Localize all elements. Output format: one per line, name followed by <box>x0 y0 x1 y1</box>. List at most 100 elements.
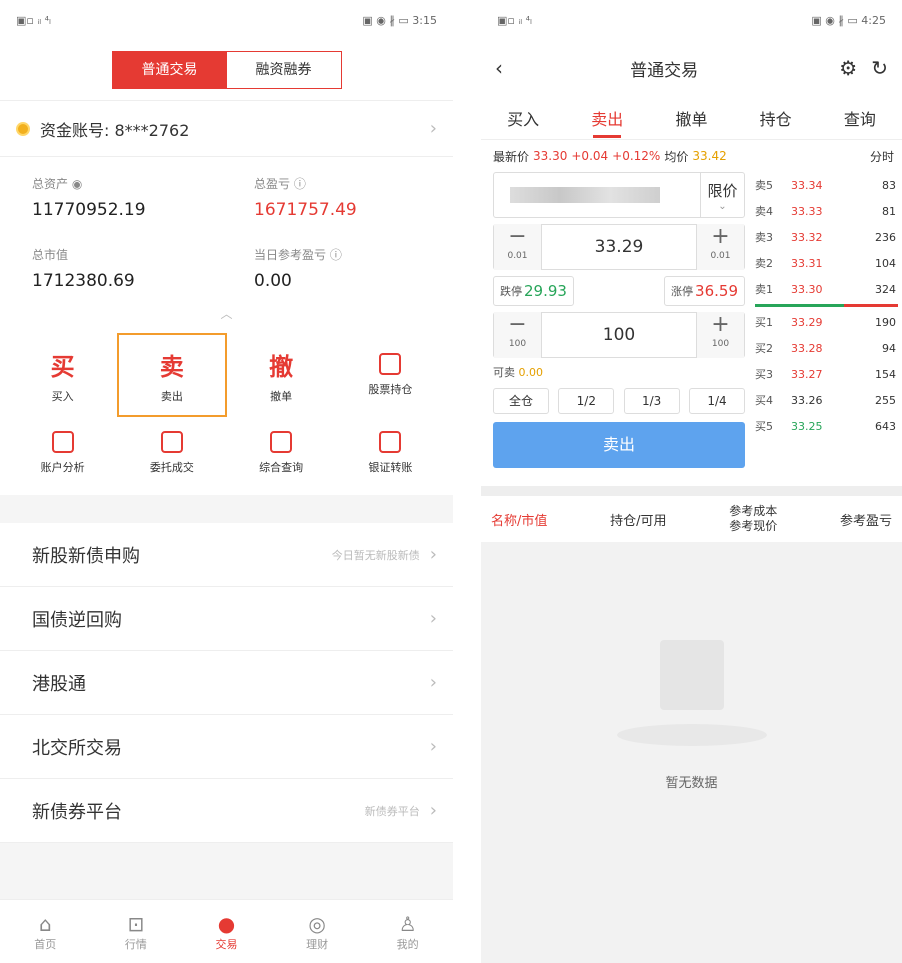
tab-label: 交易 <box>215 937 238 951</box>
tab-position[interactable]: 持仓 <box>756 98 796 138</box>
tab-market[interactable]: ⊡ 行情 <box>91 900 182 963</box>
account-analysis-label: 账户分析 <box>40 461 85 474</box>
total-pnl-label: 总盈亏 ⓘ <box>254 177 306 191</box>
holdings-column-header: 名称/市值 持仓/可用 参考成本 参考现价 参考盈亏 <box>481 486 902 542</box>
clipboard-check-icon <box>160 431 183 453</box>
ratio-quarter-button[interactable]: 1/4 <box>688 388 745 414</box>
daily-pnl-value: 0.00 <box>254 271 292 291</box>
quote-line: 最新价 33.30 +0.04 +0.12% 均价 33.42 分时 <box>481 140 902 172</box>
card-icon <box>379 431 402 453</box>
ratio-half-button[interactable]: 1/2 <box>558 388 615 414</box>
col-pnl[interactable]: 参考盈亏 <box>840 510 892 529</box>
back-arrow-icon[interactable]: ‹ <box>495 56 503 80</box>
limit-up[interactable]: 涨停 36.59 <box>664 276 745 306</box>
ask-row[interactable]: 卖2 33.31 104 <box>755 250 898 276</box>
action-buy[interactable]: 买买入 <box>8 333 117 417</box>
col-position[interactable]: 持仓/可用 <box>610 510 666 529</box>
stock-selector[interactable]: 限价 ⌄ <box>493 172 745 218</box>
bid-ask-ratio-bar <box>755 304 898 307</box>
chevron-right-icon: › <box>429 736 437 757</box>
collapse-chevron-up-icon[interactable]: ︿ <box>0 299 453 329</box>
nav-bar: ‹ 普通交易 ⚙ ↻ <box>481 40 902 96</box>
limit-down-value: 29.93 <box>524 282 567 300</box>
quantity-stepper: −100 100 +100 <box>493 312 745 358</box>
tab-label: 行情 <box>124 937 147 951</box>
tab-wealth[interactable]: ◎ 理财 <box>272 900 363 963</box>
qty-plus-button[interactable]: +100 <box>696 312 744 358</box>
tab-sell[interactable]: 卖出 <box>587 98 627 138</box>
tab-label: 首页 <box>34 937 57 951</box>
ask-row[interactable]: 卖4 33.33 81 <box>755 198 898 224</box>
chevron-right-icon: › <box>429 672 437 693</box>
list-item-bse[interactable]: 北交所交易 › <box>0 715 453 779</box>
price-limits: 跌停 29.93 涨停 36.59 <box>493 276 745 306</box>
document-search-icon <box>270 431 293 453</box>
account-row[interactable]: 资金账号: 8***2762 › <box>0 100 453 156</box>
list-item-hint: 新债券平台 <box>364 804 420 818</box>
sell-label: 卖出 <box>160 389 183 403</box>
ratio-third-button[interactable]: 1/3 <box>623 388 680 414</box>
ask-row[interactable]: 卖1 33.30 324 <box>755 276 898 302</box>
trade-panel: 限价 ⌄ −0.01 33.29 +0.01 跌停 29.93 涨停 36.59 −1… <box>481 172 902 468</box>
bid-row[interactable]: 买3 33.27 154 <box>755 361 898 387</box>
action-account-analysis[interactable]: 账户分析 <box>8 425 117 481</box>
total-pnl-value: 1671757.49 <box>254 200 357 220</box>
action-cancel[interactable]: 撤撤单 <box>227 333 336 417</box>
limit-down[interactable]: 跌停 29.93 <box>493 276 574 306</box>
action-holdings[interactable]: 股票持仓 <box>336 333 445 417</box>
list-item-ipo[interactable]: 新股新债申购 今日暂无新股新债 › <box>0 523 453 587</box>
segment-normal-trade[interactable]: 普通交易 <box>112 52 227 88</box>
bank-transfer-label: 银证转账 <box>368 461 413 474</box>
tab-mine[interactable]: ♙ 我的 <box>362 900 453 963</box>
price-minus-button[interactable]: −0.01 <box>494 224 542 270</box>
tab-buy[interactable]: 买入 <box>503 98 543 138</box>
col-name-value[interactable]: 名称/市值 <box>491 510 547 529</box>
bid-row[interactable]: 买4 33.26 255 <box>755 387 898 413</box>
col-cost-price[interactable]: 参考成本 参考现价 <box>729 504 777 534</box>
bid-row[interactable]: 买2 33.28 94 <box>755 335 898 361</box>
list-item-label: 新债券平台 <box>32 801 122 823</box>
list-item-label: 北交所交易 <box>32 737 122 759</box>
refresh-icon[interactable]: ↻ <box>871 56 888 80</box>
action-bank-transfer[interactable]: 银证转账 <box>336 425 445 481</box>
chart-mode-dropdown[interactable]: 分时 <box>870 148 894 165</box>
section-divider <box>0 495 453 523</box>
quantity-input[interactable]: 100 <box>542 325 696 345</box>
holdings-label: 股票持仓 <box>368 383 413 396</box>
list-item-repo[interactable]: 国债逆回购 › <box>0 587 453 651</box>
ask-row[interactable]: 卖3 33.32 236 <box>755 224 898 250</box>
price-input[interactable]: 33.29 <box>542 237 696 257</box>
ratio-full-button[interactable]: 全仓 <box>493 388 549 414</box>
right-phone-screen: ▣▫ ᵢₗ ⁴ₗ ▣ ◉ ∦ ▭ 4:25 ‹ 普通交易 ⚙ ↻ 买入 卖出 撤… <box>481 0 902 963</box>
tab-cancel[interactable]: 撤单 <box>671 98 711 138</box>
bid-row[interactable]: 买5 33.25 643 <box>755 413 898 439</box>
action-orders[interactable]: 委托成交 <box>117 425 226 481</box>
sell-button[interactable]: 卖出 <box>493 422 745 468</box>
settings-icon[interactable]: ⚙ <box>839 56 857 80</box>
action-sell[interactable]: 卖卖出 <box>117 333 227 417</box>
briefcase-icon <box>379 353 402 375</box>
list-item-bond-platform[interactable]: 新债券平台 新债券平台 › <box>0 779 453 843</box>
buy-label: 买入 <box>51 389 74 403</box>
bottom-tab-bar: ⌂ 首页 ⊡ 行情 ● 交易 ◎ 理财 ♙ 我的 <box>0 899 453 963</box>
market-value-label: 总市值 <box>32 248 69 262</box>
qty-minus-button[interactable]: −100 <box>494 312 542 358</box>
price-change: +0.04 <box>571 149 609 163</box>
user-icon: ♙ <box>398 911 417 936</box>
order-type-dropdown[interactable]: 限价 ⌄ <box>700 172 744 218</box>
price-stepper: −0.01 33.29 +0.01 <box>493 224 745 270</box>
chevron-down-icon: ⌄ <box>718 201 727 212</box>
price-plus-button[interactable]: +0.01 <box>696 224 744 270</box>
ask-row[interactable]: 卖5 33.34 83 <box>755 172 898 198</box>
action-query[interactable]: 综合查询 <box>227 425 336 481</box>
available-value: 0.00 <box>518 366 544 379</box>
segment-margin-trade[interactable]: 融资融券 <box>226 52 341 88</box>
tab-query[interactable]: 查询 <box>840 98 880 138</box>
list-item-hk-connect[interactable]: 港股通 › <box>0 651 453 715</box>
daily-pnl-label: 当日参考盈亏 ⓘ <box>254 248 342 262</box>
bid-row[interactable]: 买1 33.29 190 <box>755 309 898 335</box>
tab-trade[interactable]: ● 交易 <box>181 900 272 963</box>
status-right: ▣ ◉ ∦ ▭ 3:15 <box>362 13 437 27</box>
signal-icons: ▣▫ ᵢₗ ⁴ₗ <box>497 13 532 27</box>
tab-home[interactable]: ⌂ 首页 <box>0 900 91 963</box>
